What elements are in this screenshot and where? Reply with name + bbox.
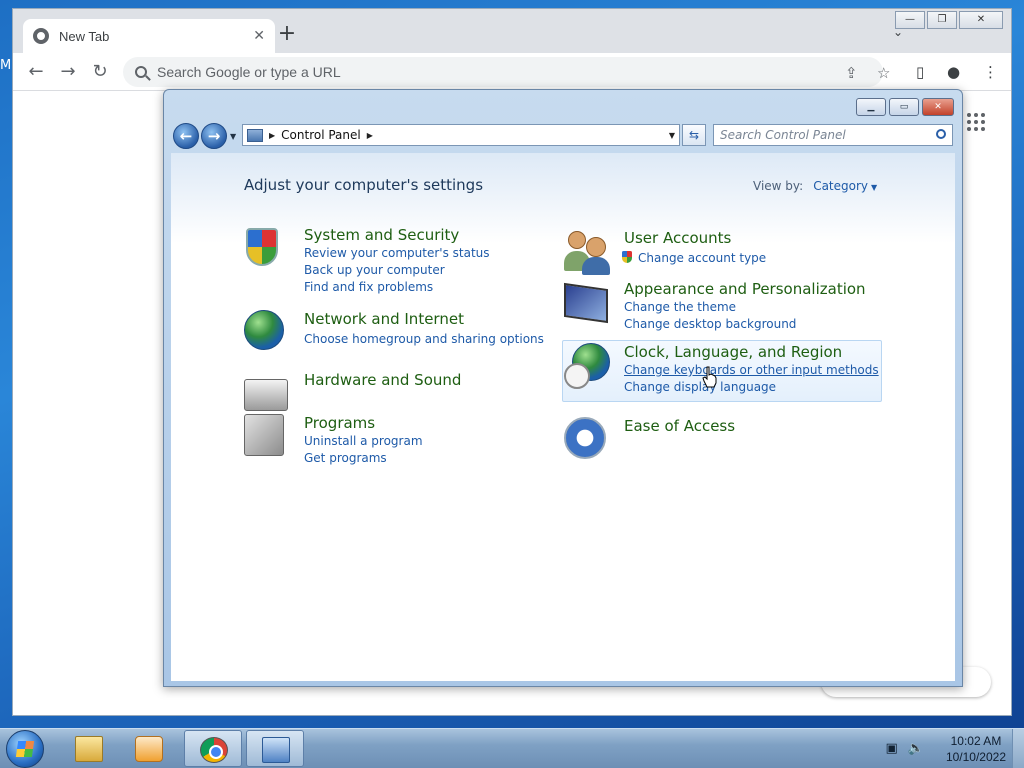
control-panel-content: Adjust your computer's settings View by:… <box>171 153 955 681</box>
category-title[interactable]: Hardware and Sound <box>304 371 461 389</box>
tab-strip: New Tab ✕ + ⌄ — ❐ ✕ <box>13 9 1011 53</box>
category-link[interactable]: Change account type <box>638 251 766 265</box>
volume-icon[interactable]: 🔈 <box>908 741 924 756</box>
taskbar-chrome[interactable] <box>184 730 242 767</box>
category-title[interactable]: Clock, Language, and Region <box>624 343 842 361</box>
media-player-icon <box>135 736 163 762</box>
folder-icon <box>75 736 103 762</box>
google-apps-grid-icon[interactable] <box>967 113 985 131</box>
search-icon <box>135 66 147 78</box>
programs-box-icon[interactable] <box>244 414 292 462</box>
taskbar-file-explorer[interactable] <box>60 730 118 767</box>
taskbar-clock[interactable]: 10:02 AM 10/10/2022 <box>946 733 1006 765</box>
category-link[interactable]: Change desktop background <box>624 317 796 331</box>
category-link[interactable]: Change keyboards or other input methods <box>624 363 879 377</box>
taskbar: ▣ 🔈 10:02 AM 10/10/2022 <box>0 728 1024 768</box>
ease-of-access-icon[interactable] <box>564 417 612 465</box>
cp-back-button[interactable]: ← <box>173 123 199 149</box>
control-panel-icon <box>247 128 263 142</box>
category-link[interactable]: Get programs <box>304 451 387 465</box>
clock-date: 10/10/2022 <box>945 750 1006 764</box>
category-link[interactable]: Change display language <box>624 380 776 394</box>
category-link[interactable]: Choose homegroup and sharing options <box>304 332 544 346</box>
users-icon[interactable] <box>564 229 612 277</box>
network-globe-icon[interactable] <box>244 310 292 358</box>
category-link[interactable]: Find and fix problems <box>304 280 433 294</box>
desktop-icon-label: M <box>0 58 12 73</box>
monitor-icon[interactable] <box>564 280 612 328</box>
tab-new-tab[interactable]: New Tab ✕ <box>23 19 275 53</box>
search-icon[interactable] <box>936 129 946 139</box>
cp-maximize-button[interactable]: ▭ <box>889 98 919 116</box>
category-link[interactable]: Back up your computer <box>304 263 445 277</box>
chrome-window-controls: — ❐ ✕ <box>895 11 1003 29</box>
view-by: View by: Category ▼ <box>753 179 877 193</box>
restore-button[interactable]: ❐ <box>927 11 957 29</box>
cp-forward-button[interactable]: → <box>201 123 227 149</box>
chrome-favicon-icon <box>33 28 49 44</box>
chrome-icon <box>200 737 228 763</box>
address-bar[interactable]: ▶ Control Panel ▶ ▼ <box>242 124 680 146</box>
side-panel-icon[interactable]: ▯ <box>916 63 924 81</box>
category-link[interactable]: Uninstall a program <box>304 434 423 448</box>
hand-cursor-icon <box>702 366 717 388</box>
category-link[interactable]: Review your computer's status <box>304 246 490 260</box>
category-title[interactable]: Appearance and Personalization <box>624 280 866 298</box>
cp-window-controls: ▁ ▭ ✕ <box>856 98 954 116</box>
recent-pages-dropdown-icon[interactable]: ▼ <box>230 132 236 141</box>
cp-close-button[interactable]: ✕ <box>922 98 954 116</box>
chevron-down-icon[interactable]: ▼ <box>871 183 877 192</box>
forward-arrow-icon[interactable]: → <box>57 61 79 83</box>
taskbar-media-player[interactable] <box>120 730 178 767</box>
browser-toolbar: ← → ↻ Search Google or type a URL ⇪ ☆ ▯ … <box>13 53 1011 91</box>
shield-icon[interactable] <box>244 226 292 274</box>
profile-avatar-icon[interactable]: ● <box>947 63 960 81</box>
printer-icon[interactable] <box>244 371 292 419</box>
category-title[interactable]: Programs <box>304 414 375 432</box>
breadcrumb-arrow-icon[interactable]: ▶ <box>269 131 275 140</box>
system-tray: ▣ 🔈 <box>886 741 924 756</box>
taskbar-control-panel[interactable] <box>246 730 304 767</box>
new-tab-button[interactable]: + <box>275 23 299 47</box>
start-button[interactable] <box>6 730 44 768</box>
category-title[interactable]: User Accounts <box>624 229 731 247</box>
category-title[interactable]: System and Security <box>304 226 459 244</box>
view-by-dropdown[interactable]: Category <box>813 179 868 193</box>
show-desktop-button[interactable] <box>1012 729 1024 768</box>
category-title[interactable]: Ease of Access <box>624 417 735 435</box>
close-window-button[interactable]: ✕ <box>959 11 1003 29</box>
page-title: Adjust your computer's settings <box>244 176 484 194</box>
omnibox[interactable]: Search Google or type a URL <box>123 57 883 87</box>
breadcrumb-control-panel[interactable]: Control Panel <box>281 128 361 142</box>
control-panel-icon <box>262 737 290 763</box>
category-link[interactable]: Change the theme <box>624 300 736 314</box>
cp-minimize-button[interactable]: ▁ <box>856 98 886 116</box>
search-placeholder: Search Control Panel <box>720 128 846 142</box>
refresh-button[interactable]: ⇆ <box>682 124 706 146</box>
control-panel-window: ▁ ▭ ✕ ← → ▼ ▶ Control Panel ▶ ▼ ⇆ Search… <box>163 89 963 687</box>
uac-shield-icon <box>622 251 632 263</box>
search-control-panel-input[interactable]: Search Control Panel <box>713 124 953 146</box>
bookmark-star-icon[interactable]: ☆ <box>877 64 890 82</box>
tab-title: New Tab <box>59 28 110 44</box>
clock-globe-icon[interactable] <box>564 343 612 391</box>
reload-icon[interactable]: ↻ <box>89 61 111 83</box>
menu-kebab-icon[interactable]: ⋮ <box>983 63 998 81</box>
category-title[interactable]: Network and Internet <box>304 310 464 328</box>
share-icon[interactable]: ⇪ <box>845 64 858 82</box>
breadcrumb-arrow-icon[interactable]: ▶ <box>367 131 373 140</box>
network-icon[interactable]: ▣ <box>886 741 898 756</box>
address-dropdown-icon[interactable]: ▼ <box>669 131 675 140</box>
clock-time: 10:02 AM <box>950 734 1002 748</box>
category-link-with-shield[interactable]: Change account type <box>622 251 766 265</box>
omnibox-placeholder: Search Google or type a URL <box>157 64 341 80</box>
view-by-label: View by: <box>753 179 804 193</box>
close-tab-icon[interactable]: ✕ <box>253 28 265 44</box>
back-arrow-icon[interactable]: ← <box>25 61 47 83</box>
minimize-button[interactable]: — <box>895 11 925 29</box>
